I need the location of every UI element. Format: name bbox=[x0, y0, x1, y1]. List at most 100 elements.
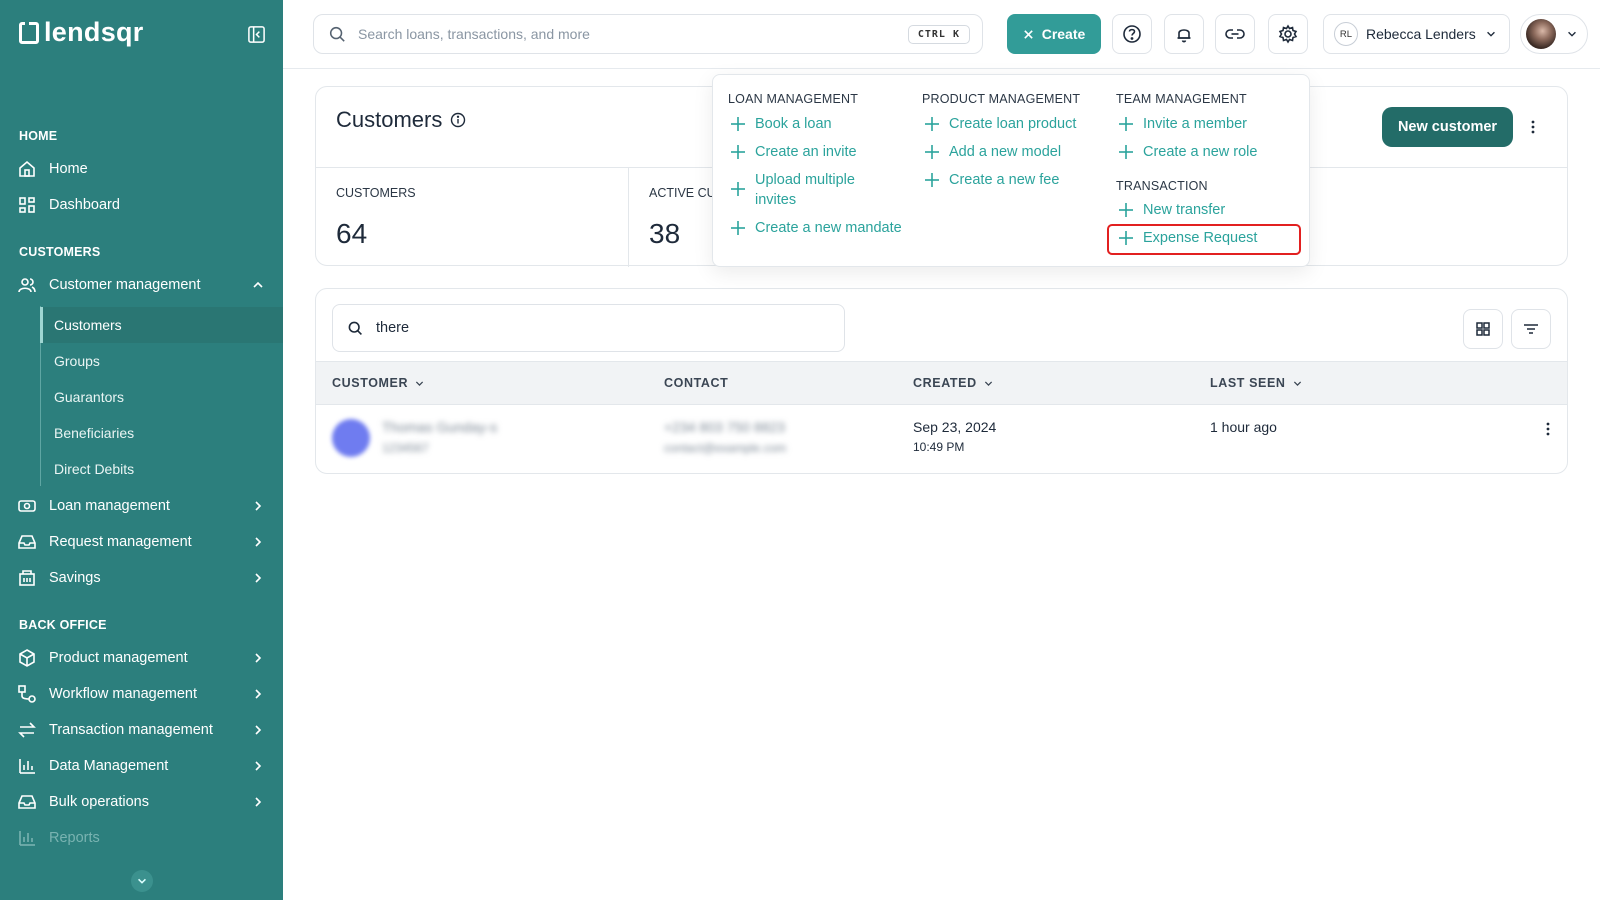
sidebar-subitem-groups[interactable]: Groups bbox=[40, 343, 283, 379]
plus-icon bbox=[731, 145, 745, 159]
chevron-right-icon bbox=[255, 573, 262, 583]
sidebar-item-label: Dashboard bbox=[49, 197, 120, 213]
more-options-icon[interactable] bbox=[1523, 117, 1543, 137]
menu-item-label: Book a loan bbox=[755, 116, 832, 132]
home-icon bbox=[19, 160, 35, 177]
menu-item-add-a-new-model[interactable]: Add a new model bbox=[924, 142, 1061, 162]
sidebar-item-label: Reports bbox=[49, 830, 100, 846]
filter-button[interactable] bbox=[1511, 309, 1551, 349]
table-search-input[interactable]: there bbox=[332, 304, 845, 352]
page-title: Customers bbox=[336, 107, 466, 133]
sidebar-subitem-guarantors[interactable]: Guarantors bbox=[40, 379, 283, 415]
sidebar-item-product-management[interactable]: Product management bbox=[0, 640, 283, 676]
chevron-down-icon bbox=[984, 380, 992, 386]
grid-view-button[interactable] bbox=[1463, 309, 1503, 349]
sidebar-scroll-down-button[interactable] bbox=[131, 870, 153, 892]
menu-item-label: Create a new role bbox=[1143, 144, 1258, 160]
collapse-sidebar-icon[interactable] bbox=[247, 25, 266, 44]
highlight-box bbox=[1107, 224, 1301, 255]
sidebar-item-home[interactable]: Home bbox=[0, 151, 283, 187]
menu-item-create-an-invite[interactable]: Create an invite bbox=[730, 142, 857, 162]
sidebar-item-workflow-management[interactable]: Workflow management bbox=[0, 676, 283, 712]
column-customer[interactable]: CUSTOMER bbox=[332, 376, 425, 390]
menu-item-label: Add a new model bbox=[949, 144, 1062, 160]
create-button-label: Create bbox=[1041, 26, 1086, 42]
sidebar-item-label: Loan management bbox=[49, 498, 170, 514]
section-back-office: BACK OFFICE bbox=[19, 618, 107, 632]
sidebar-item-data-management[interactable]: Data Management bbox=[0, 748, 283, 784]
section-customers: CUSTOMERS bbox=[19, 245, 101, 259]
menu-item-create-a-new-role[interactable]: Create a new role bbox=[1118, 142, 1257, 162]
chevron-right-icon bbox=[255, 797, 262, 807]
menu-item-create-loan-product[interactable]: Create loan product bbox=[924, 114, 1076, 134]
created-date: Sep 23, 2024 bbox=[913, 419, 997, 435]
chevron-down-icon bbox=[138, 878, 146, 884]
column-created[interactable]: CREATED bbox=[913, 376, 994, 390]
table-search-value: there bbox=[376, 320, 410, 336]
link-button[interactable] bbox=[1215, 14, 1255, 54]
menu-item-new-transfer[interactable]: New transfer bbox=[1118, 200, 1225, 220]
menu-item-label: Invite a member bbox=[1143, 116, 1247, 132]
sidebar-subitem-direct-debits[interactable]: Direct Debits bbox=[40, 451, 283, 487]
sidebar-item-dashboard[interactable]: Dashboard bbox=[0, 187, 283, 223]
menu-item-label: New transfer bbox=[1143, 202, 1226, 218]
sidebar-item-loan-management[interactable]: Loan management bbox=[0, 488, 283, 524]
workflow-icon bbox=[18, 685, 36, 703]
info-icon[interactable] bbox=[450, 112, 466, 128]
sidebar-item-request-management[interactable]: Request management bbox=[0, 524, 283, 560]
menu-item-invite-a-member[interactable]: Invite a member bbox=[1118, 114, 1247, 134]
global-search-input[interactable]: Search loans, transactions, and more CTR… bbox=[313, 14, 983, 54]
row-more-options-icon[interactable] bbox=[1538, 419, 1558, 439]
profile-menu[interactable] bbox=[1520, 14, 1588, 54]
column-label: CUSTOMER bbox=[332, 376, 409, 390]
menu-item-create-a-new-fee[interactable]: Create a new fee bbox=[924, 170, 1059, 190]
reports-icon bbox=[19, 831, 35, 846]
sidebar-item-reports[interactable]: Reports bbox=[0, 820, 283, 856]
savings-icon bbox=[19, 570, 35, 586]
plus-icon bbox=[731, 182, 745, 196]
chevron-right-icon bbox=[255, 537, 262, 547]
stat-other: GS 6 bbox=[1291, 168, 1567, 267]
sidebar-item-savings[interactable]: Savings bbox=[0, 560, 283, 596]
notifications-button[interactable] bbox=[1164, 14, 1204, 54]
menu-item-label: Create loan product bbox=[949, 116, 1077, 132]
arrows-icon bbox=[18, 722, 36, 738]
stat-customers: CUSTOMERS 64 bbox=[316, 168, 629, 267]
account-switcher[interactable]: RL Rebecca Lenders bbox=[1323, 14, 1510, 54]
contact-email: contact@example.com bbox=[664, 441, 787, 455]
created-time: 10:49 PM bbox=[913, 440, 965, 454]
table-header: CUSTOMER CONTACT CREATED LAST SEEN bbox=[316, 361, 1567, 405]
grid-icon bbox=[1476, 322, 1490, 336]
sidebar-subitem-customers[interactable]: Customers bbox=[40, 307, 283, 343]
search-placeholder: Search loans, transactions, and more bbox=[358, 26, 590, 42]
brand-logo[interactable]: lendsqr bbox=[19, 19, 144, 46]
sidebar-item-bulk-operations[interactable]: Bulk operations bbox=[0, 784, 283, 820]
close-icon bbox=[1023, 29, 1033, 39]
users-icon bbox=[18, 278, 36, 293]
sidebar-item-label: Workflow management bbox=[49, 686, 198, 702]
avatar bbox=[1526, 19, 1556, 49]
chevron-up-icon bbox=[253, 281, 263, 288]
menu-item-label: Upload multiple invites bbox=[755, 172, 855, 208]
stat-value: 38 bbox=[649, 218, 681, 249]
sidebar-subitem-beneficiaries[interactable]: Beneficiaries bbox=[40, 415, 283, 451]
sidebar-item-customer-management[interactable]: Customer management bbox=[0, 267, 283, 303]
menu-item-book-a-loan[interactable]: Book a loan bbox=[730, 114, 832, 134]
create-button[interactable]: Create bbox=[1007, 14, 1101, 54]
help-button[interactable] bbox=[1112, 14, 1152, 54]
customer-id: 1234567 bbox=[382, 441, 429, 455]
menu-item-label: Create a new mandate bbox=[755, 220, 902, 236]
link-icon bbox=[1225, 29, 1245, 39]
chevron-right-icon bbox=[255, 725, 262, 735]
sidebar-item-transaction-management[interactable]: Transaction management bbox=[0, 712, 283, 748]
new-customer-button[interactable]: New customer bbox=[1382, 107, 1513, 147]
chevron-right-icon bbox=[255, 653, 262, 663]
brand-name: lendsqr bbox=[44, 17, 144, 47]
box-icon bbox=[19, 649, 35, 667]
section-home: HOME bbox=[19, 129, 58, 143]
inbox-icon bbox=[18, 795, 36, 809]
menu-item-create-a-new-mandate[interactable]: Create a new mandate bbox=[730, 218, 902, 238]
column-last-seen[interactable]: LAST SEEN bbox=[1210, 376, 1303, 390]
settings-button[interactable] bbox=[1268, 14, 1308, 54]
menu-item-upload-multiple-invites[interactable]: Upload multiple invites bbox=[730, 170, 855, 210]
